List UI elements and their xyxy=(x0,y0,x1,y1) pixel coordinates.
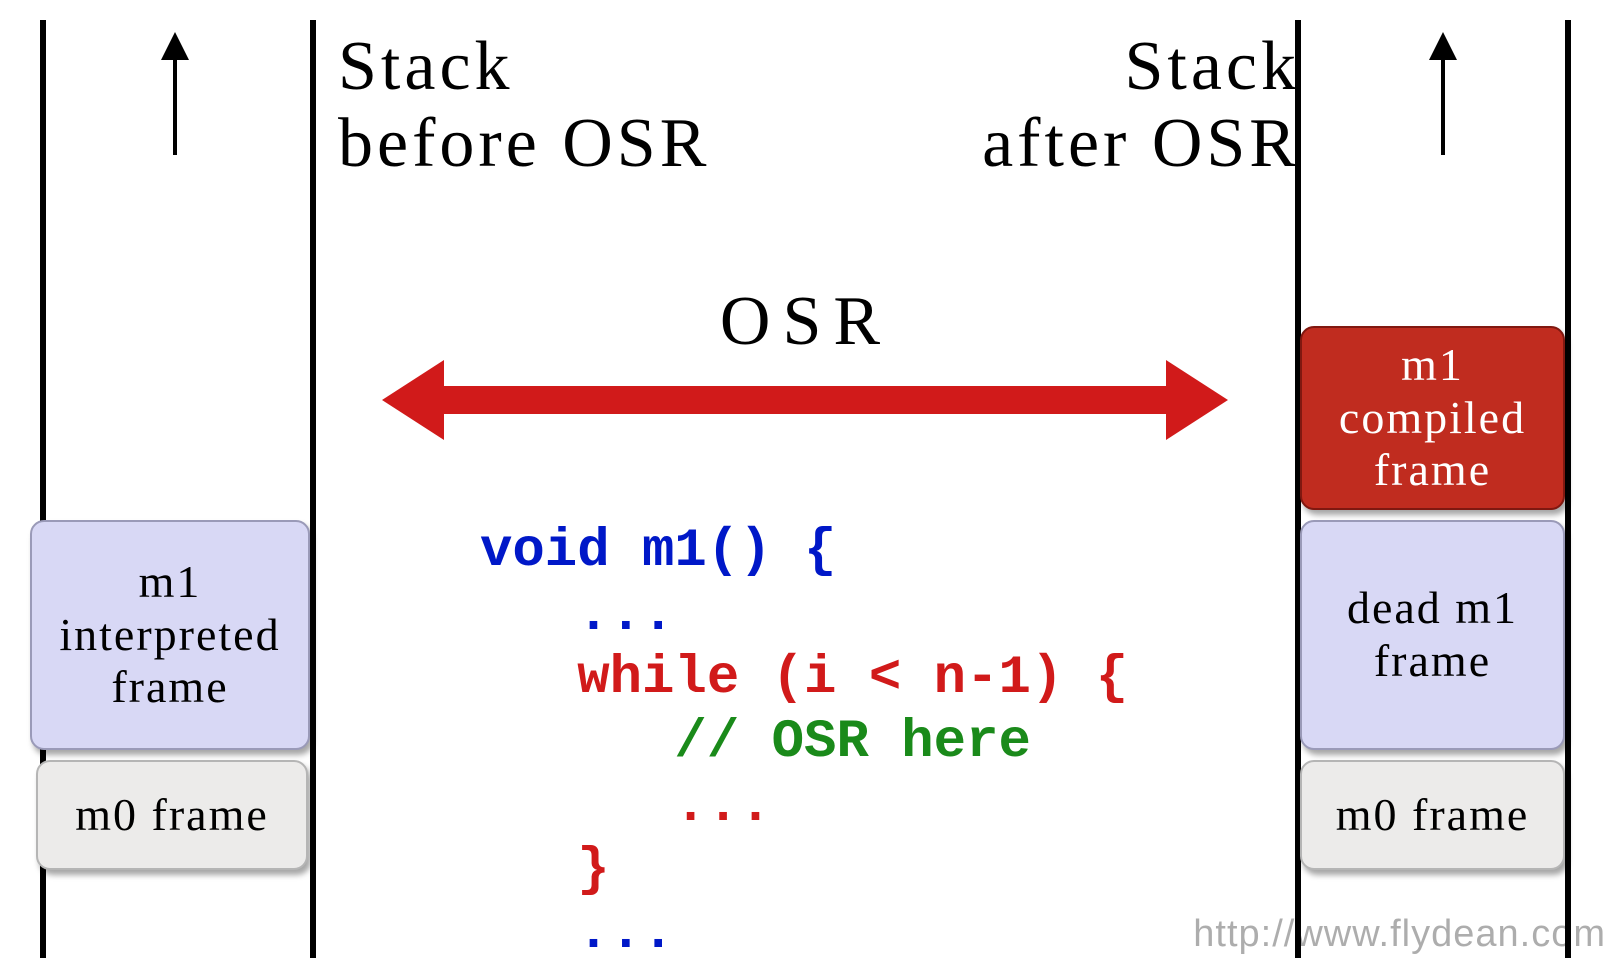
code-block: void m1() { ... while (i < n-1) { // OSR… xyxy=(480,520,1128,958)
title-stack-before: Stack before OSR xyxy=(338,28,710,182)
frame-label: dead m1 frame xyxy=(1306,582,1559,688)
code-token: m1() { xyxy=(610,521,837,582)
code-token: ... xyxy=(480,903,674,958)
code-token: void xyxy=(480,521,610,582)
code-token: // OSR here xyxy=(480,712,1031,773)
stack-border-line xyxy=(310,20,316,958)
frame-m0-right: m0 frame xyxy=(1300,760,1565,870)
code-token: } xyxy=(480,840,610,901)
frame-label: m0 frame xyxy=(75,789,269,842)
title-line: Stack xyxy=(338,28,514,105)
stack-border-line xyxy=(1565,20,1571,958)
double-arrow-icon xyxy=(390,380,1220,420)
code-token: ... xyxy=(480,776,772,837)
frame-m0-left: m0 frame xyxy=(36,760,308,870)
code-token: while (i < n-1) { xyxy=(480,648,1128,709)
title-line: before OSR xyxy=(338,105,710,182)
frame-label: m1 compiled frame xyxy=(1306,339,1559,498)
code-token: ... xyxy=(480,585,674,646)
watermark-url: http://www.flydean.com xyxy=(1193,913,1606,956)
frame-label: m1 interpreted frame xyxy=(36,556,304,715)
frame-m1-dead: dead m1 frame xyxy=(1300,520,1565,750)
title-stack-after: Stack after OSR xyxy=(770,28,1300,182)
title-line: Stack xyxy=(1124,28,1300,105)
frame-label: m0 frame xyxy=(1336,789,1530,842)
title-line: after OSR xyxy=(982,105,1300,182)
frame-m1-compiled: m1 compiled frame xyxy=(1300,326,1565,510)
frame-m1-interpreted: m1 interpreted frame xyxy=(30,520,310,750)
